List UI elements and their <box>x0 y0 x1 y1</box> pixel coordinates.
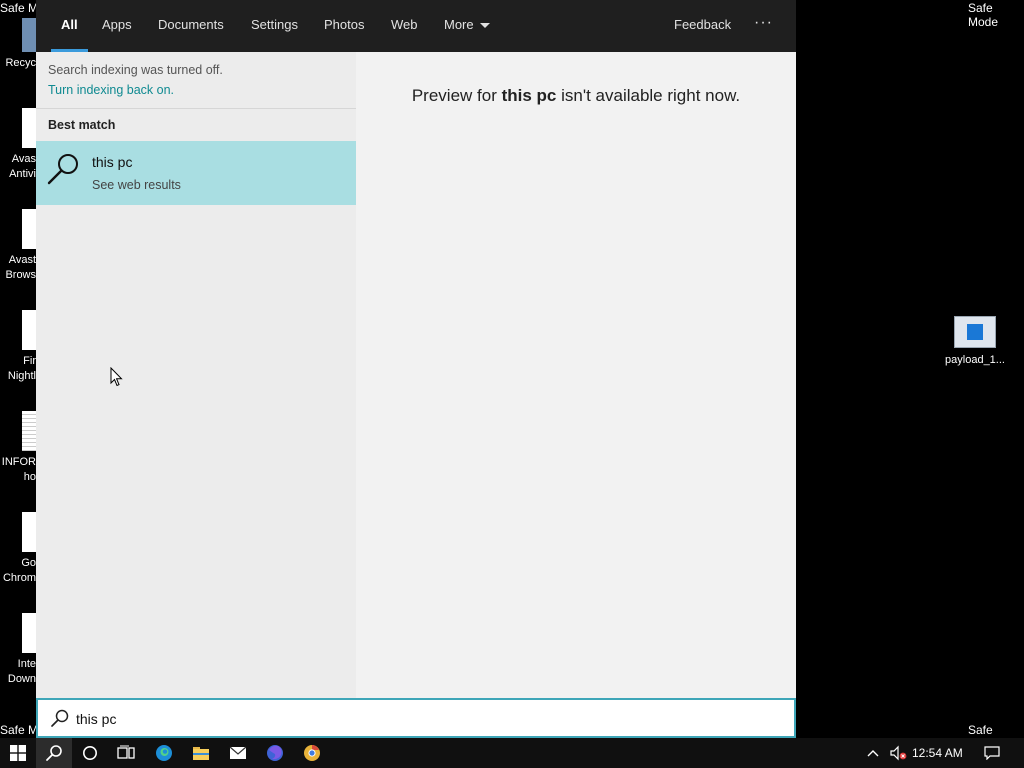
preview-query: this pc <box>501 86 557 105</box>
shortcut-icon <box>22 512 36 552</box>
desktop-icon-label: Fir <box>23 355 36 367</box>
tab-more[interactable]: More <box>444 0 490 52</box>
divider <box>36 108 356 109</box>
desktop-icon-payload[interactable]: payload_1... <box>940 316 1010 366</box>
safe-mode-label-left-bottom: Safe M <box>0 723 39 737</box>
best-match-heading: Best match <box>48 118 116 132</box>
feedback-button[interactable]: Feedback <box>674 0 731 52</box>
shortcut-icon <box>22 209 36 249</box>
file-explorer-button[interactable] <box>183 738 219 768</box>
desktop-icon-label: Nightl <box>7 370 36 382</box>
desktop-icon-firefox-nightly[interactable]: Fir Nightl <box>0 310 36 384</box>
desktop-icon-label: Recyc <box>5 57 36 69</box>
desktop-icon-label: Antivi <box>9 168 36 180</box>
desktop-icon-recycle-bin[interactable]: Recyc <box>0 14 36 71</box>
desktop-icon-label: Avas <box>11 153 36 165</box>
firefox-icon <box>267 745 283 761</box>
safe-mode-label-right-top: Safe Mode <box>968 1 999 29</box>
tab-apps[interactable]: Apps <box>102 0 132 52</box>
recycle-bin-icon <box>22 18 36 52</box>
document-icon <box>22 411 36 451</box>
tab-documents[interactable]: Documents <box>158 0 224 52</box>
mail-button[interactable] <box>220 738 256 768</box>
shortcut-icon <box>22 613 36 653</box>
task-view-icon <box>117 745 135 759</box>
result-subtitle: See web results <box>92 178 181 192</box>
search-input[interactable] <box>76 708 576 730</box>
mail-icon <box>229 746 247 759</box>
turn-indexing-on-link[interactable]: Turn indexing back on. <box>48 83 174 97</box>
search-icon <box>51 709 69 727</box>
task-view-button[interactable] <box>108 738 144 768</box>
start-button[interactable] <box>0 738 36 768</box>
tab-all[interactable]: All <box>51 0 88 52</box>
desktop-icon-label: Inte <box>17 658 36 670</box>
tab-web[interactable]: Web <box>391 0 418 52</box>
shortcut-icon <box>22 108 36 148</box>
search-tab-bar: All Apps Documents Settings Photos Web M… <box>36 0 796 52</box>
safe-mode-label-left-top: Safe M <box>0 1 39 15</box>
taskbar-clock[interactable]: 12:54 AM <box>912 738 963 768</box>
indexing-message: Search indexing was turned off. <box>48 63 223 77</box>
desktop-icon-label: ho <box>23 471 36 483</box>
desktop-icon-label: Avast <box>8 254 36 266</box>
preview-pane: Preview for this pc isn't available righ… <box>356 52 796 698</box>
chevron-up-icon <box>867 750 879 757</box>
action-center-button[interactable] <box>976 738 1008 768</box>
results-pane: Search indexing was turned off. Turn ind… <box>36 52 356 698</box>
notification-icon <box>984 746 1000 760</box>
taskbar: 12:54 AM <box>0 738 1024 768</box>
windows-search-panel: All Apps Documents Settings Photos Web M… <box>36 0 796 738</box>
shortcut-icon <box>22 310 36 350</box>
mouse-cursor-icon <box>110 367 123 387</box>
firefox-button[interactable] <box>257 738 293 768</box>
payload-label: payload_1... <box>945 354 1005 366</box>
windows-start-icon <box>10 745 26 761</box>
desktop-icon-avast-browser[interactable]: Avast Brows <box>0 209 36 283</box>
search-box[interactable] <box>36 698 796 738</box>
tab-more-label: More <box>444 17 474 32</box>
cortana-icon <box>83 746 97 760</box>
desktop-icon-internet-download[interactable]: Inte Down <box>0 613 36 687</box>
application-window-icon <box>954 316 996 348</box>
chrome-icon <box>304 745 320 761</box>
file-explorer-icon <box>193 747 209 760</box>
edge-icon <box>156 745 172 761</box>
preview-suffix: isn't available right now. <box>556 86 741 105</box>
preview-message: Preview for this pc isn't available righ… <box>356 86 796 106</box>
desktop-icon-google-chrome[interactable]: Go Chrom <box>0 512 36 586</box>
taskbar-search-button[interactable] <box>36 738 72 768</box>
tab-photos[interactable]: Photos <box>324 0 364 52</box>
preview-prefix: Preview for <box>411 86 502 105</box>
cortana-button[interactable] <box>72 738 108 768</box>
result-title: this pc <box>92 154 133 170</box>
volume-button[interactable] <box>884 738 912 768</box>
tab-settings[interactable]: Settings <box>251 0 298 52</box>
desktop-icon-label: Down <box>7 673 36 685</box>
desktop-icon-info-document[interactable]: INFOR ho <box>0 411 36 485</box>
edge-button[interactable] <box>146 738 182 768</box>
desktop-icon-label: Go <box>21 557 36 569</box>
desktop-icon-label: Brows <box>5 269 36 281</box>
search-icon <box>46 745 62 761</box>
desktop-icon-label: INFOR <box>1 456 36 468</box>
volume-muted-icon <box>890 745 907 761</box>
desktop-icon-label: Chrom <box>2 572 36 584</box>
search-icon <box>47 154 78 185</box>
more-options-button[interactable]: ··· <box>754 0 773 52</box>
desktop-icon-avast-antivirus[interactable]: Avas Antivi <box>0 108 36 182</box>
chrome-button[interactable] <box>294 738 330 768</box>
caret-down-icon <box>479 23 490 29</box>
best-match-result[interactable]: this pc See web results <box>36 141 356 205</box>
